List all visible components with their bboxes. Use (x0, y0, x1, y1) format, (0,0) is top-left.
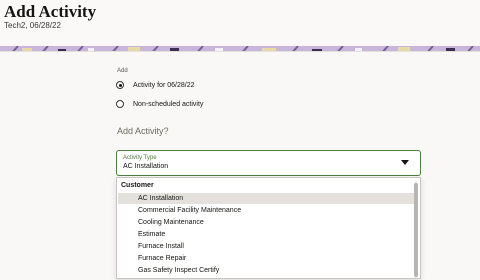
activity-type-value: AC Installation (123, 163, 169, 170)
dropdown-option[interactable]: Commercial Facility Maintenance (118, 205, 415, 216)
decorative-banner (0, 42, 480, 51)
chevron-down-icon[interactable] (401, 160, 409, 165)
radio-label: Activity for 06/28/22 (133, 81, 195, 89)
dropdown-group-header: Customer (121, 182, 154, 189)
page-subtitle: Tech2, 06/28/22 (4, 21, 61, 30)
radio-non-scheduled-activity[interactable]: Non-scheduled activity (116, 98, 203, 110)
radio-activity-for-date[interactable]: Activity for 06/28/22 (116, 79, 194, 91)
page-header: Add Activity Tech2, 06/28/22 (0, 0, 480, 42)
activity-type-dropdown[interactable]: Customer AC Installation Commercial Faci… (116, 177, 421, 279)
dropdown-scrollbar[interactable] (414, 181, 418, 278)
page-title: Add Activity (4, 2, 97, 21)
radio-label: Non-scheduled activity (133, 100, 204, 108)
dropdown-option[interactable]: Estimate (118, 229, 415, 240)
dropdown-option[interactable]: Furnace Install (118, 241, 415, 252)
radio-button-unchecked[interactable] (116, 100, 124, 108)
activity-type-label: Activity Type (123, 155, 157, 161)
dropdown-option[interactable]: Cooling Maintenance (118, 217, 415, 228)
dropdown-option[interactable]: Gas Safety Inspect Certify (118, 265, 415, 276)
dropdown-option[interactable]: Furnace Repair (118, 253, 415, 264)
dropdown-option[interactable]: AC Installation (118, 193, 415, 204)
radio-button-checked[interactable] (116, 81, 124, 89)
section-heading: Add Activity? (117, 126, 169, 136)
activity-type-select[interactable]: Activity Type AC Installation (116, 150, 421, 176)
scrollbar-thumb[interactable] (414, 183, 418, 277)
add-label: Add (117, 68, 128, 74)
